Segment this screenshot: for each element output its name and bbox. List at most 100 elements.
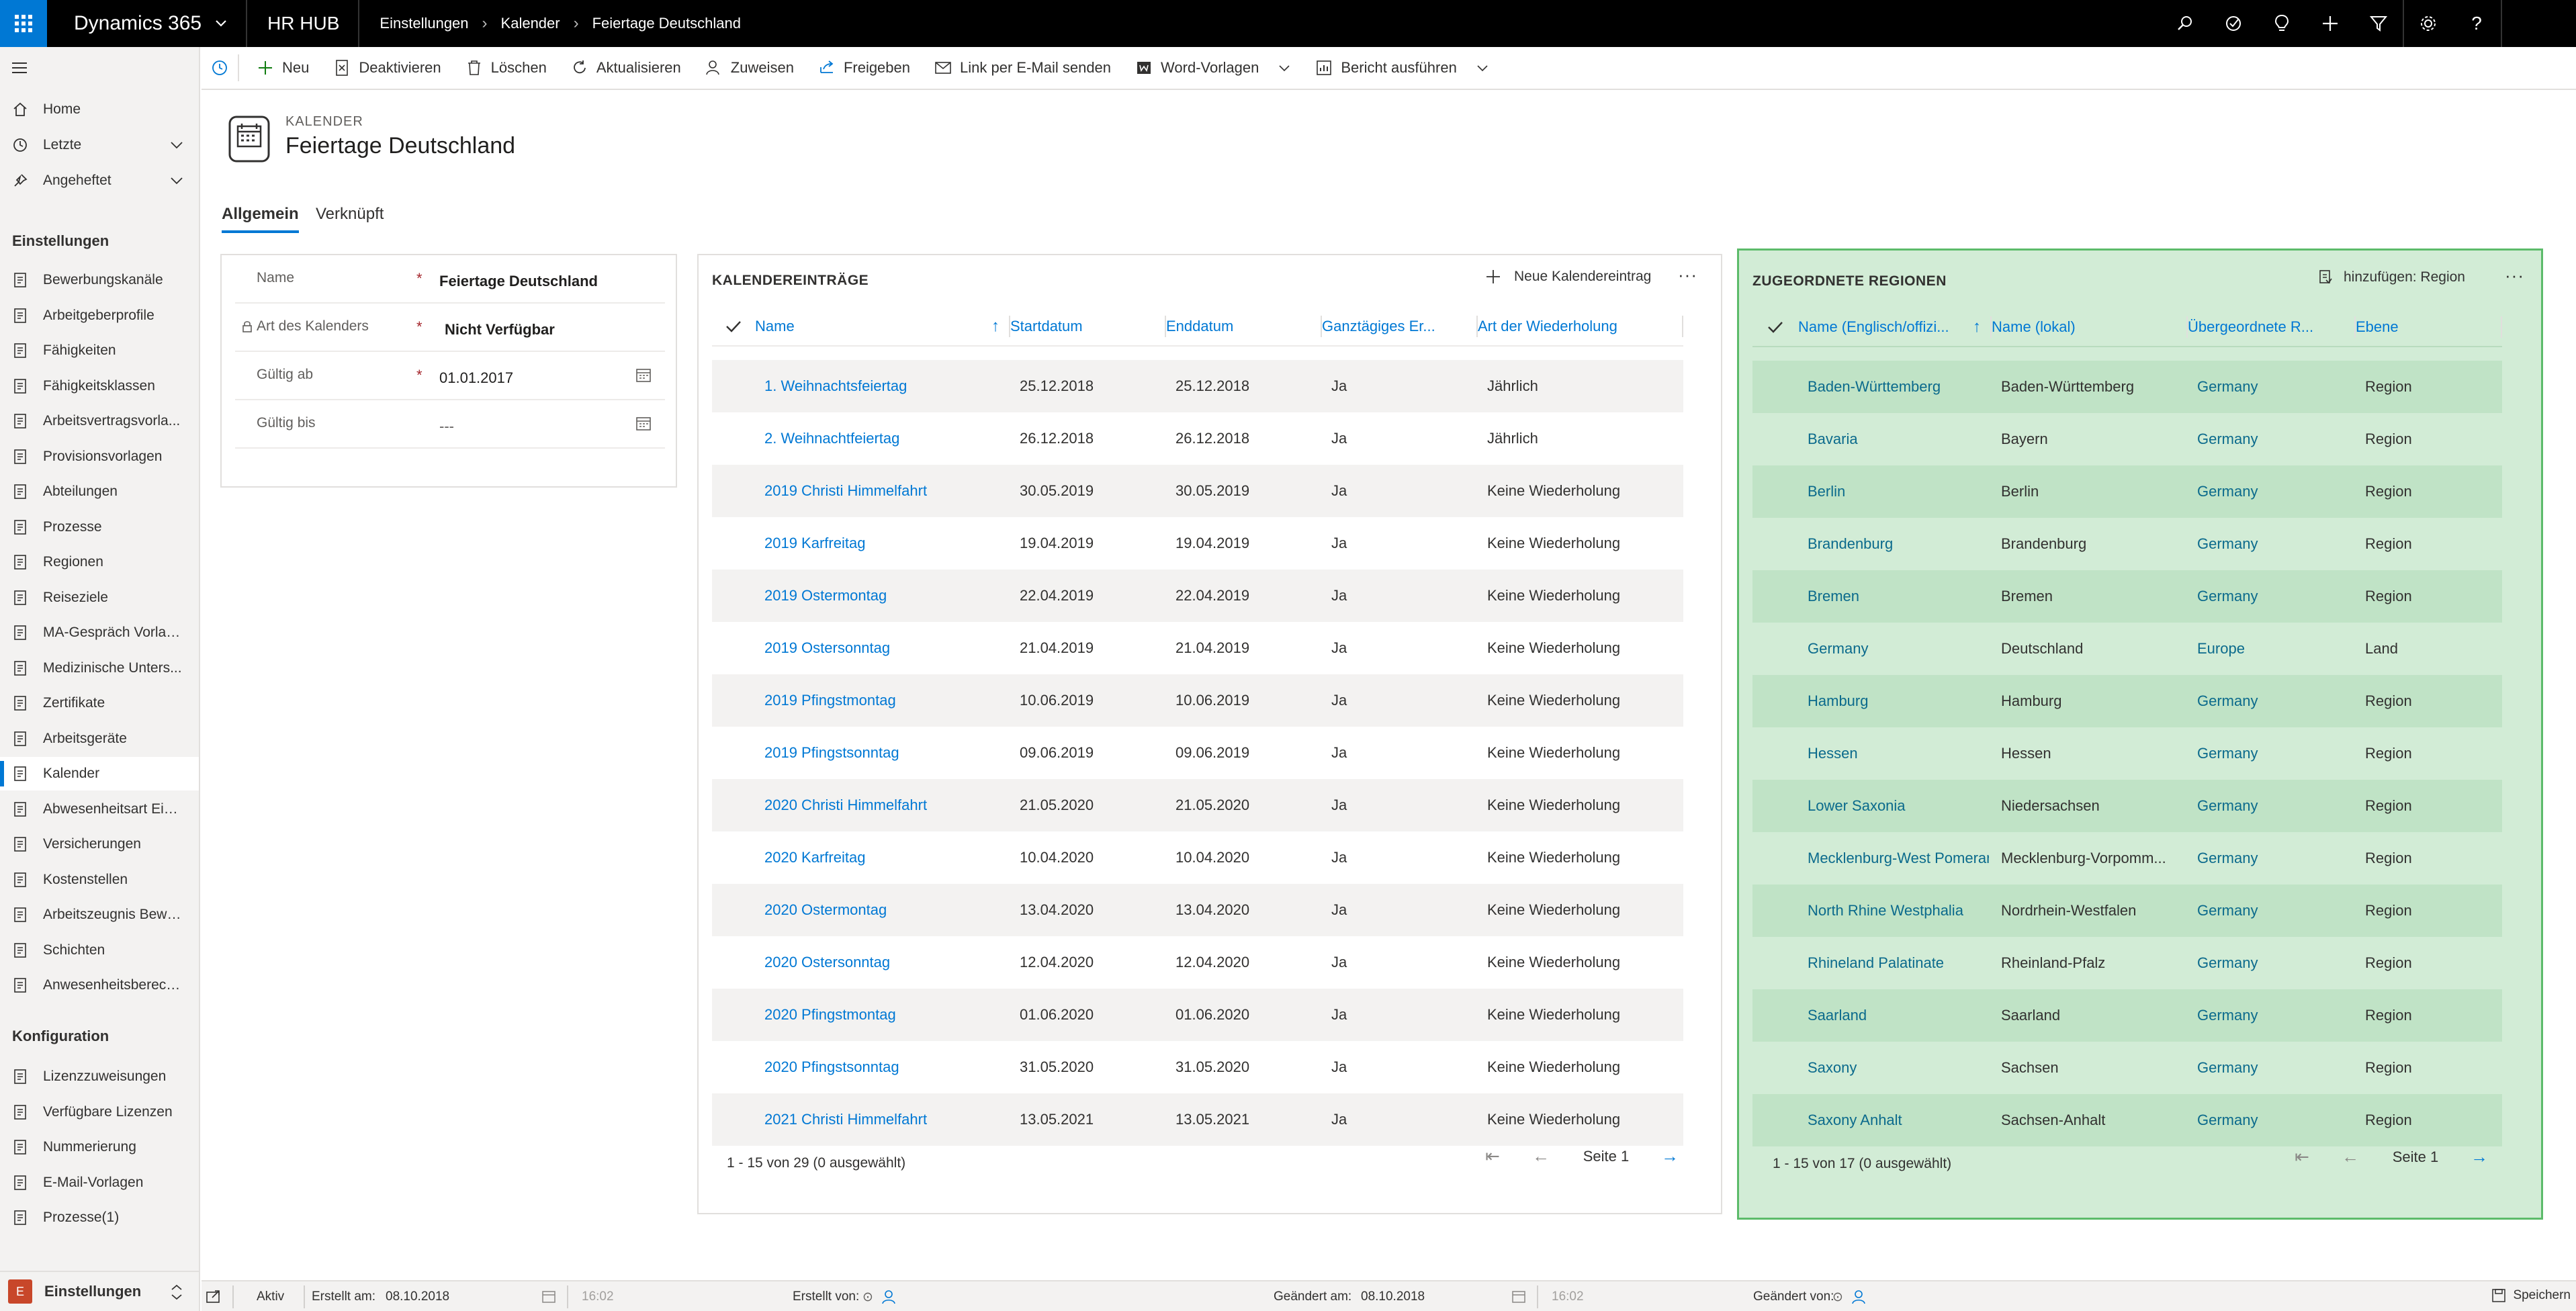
table-cell-link[interactable]: 2019 Pfingstmontag (764, 674, 1008, 727)
column-header[interactable]: Übergeordnete R... (2188, 307, 2356, 347)
search-button[interactable] (2161, 0, 2209, 47)
command-zuweisen-button[interactable]: Zuweisen (693, 46, 806, 89)
breadcrumb-item[interactable]: Einstellungen (380, 15, 468, 32)
table-cell-link[interactable]: Germany (2197, 1042, 2353, 1094)
table-cell-link[interactable]: Bremen (1808, 570, 1989, 623)
table-cell-link[interactable]: North Rhine Westphalia (1808, 885, 1989, 937)
sidebar-item-bewerbungskanäle[interactable]: Bewerbungskanäle (0, 263, 199, 297)
table-cell-link[interactable]: 2020 Karfreitag (764, 831, 1008, 884)
sidebar-item-arbeitgeberprofile[interactable]: Arbeitgeberprofile (0, 299, 199, 332)
table-cell-link[interactable]: Baden-Württemberg (1808, 361, 1989, 413)
area-switcher[interactable]: E Einstellungen (0, 1271, 199, 1311)
app-name[interactable]: HR HUB (247, 0, 358, 47)
sidebar-item-provisionsvorlagen[interactable]: Provisionsvorlagen (0, 440, 199, 473)
table-cell-link[interactable]: Hamburg (1808, 675, 1989, 727)
table-row[interactable]: 1. Weihnachtsfeiertag 25.12.2018 25.12.201… (712, 360, 1683, 412)
sidebar-item-abwesenheitsart-eins[interactable]: Abwesenheitsart Eins... (0, 793, 199, 826)
name-field[interactable]: Feiertage Deutschland (439, 273, 598, 290)
table-cell-link[interactable]: Germany (1808, 623, 1989, 675)
table-cell-link[interactable]: Lower Saxonia (1808, 780, 1989, 832)
table-row[interactable]: 2020 Ostermontag 13.04.2020 13.04.2020 Ja Ke… (712, 884, 1683, 936)
sidebar-item-ma-gespräch-vorlag[interactable]: MA-Gespräch Vorlag... (0, 616, 199, 649)
table-cell-link[interactable]: Europe (2197, 623, 2353, 675)
next-page-icon[interactable]: → (1643, 1146, 1697, 1167)
table-row[interactable]: Lower Saxonia Niedersachsen Germany Region (1752, 780, 2502, 832)
more-options-icon[interactable]: ··· (1678, 265, 1697, 285)
tab-verknuepft[interactable]: Verknüpft (316, 205, 384, 224)
previous-page-icon[interactable]: ← (2322, 1146, 2379, 1167)
table-cell-link[interactable]: 2019 Ostersonntag (764, 622, 1008, 674)
table-cell-link[interactable]: 2019 Christi Himmelfahrt (764, 465, 1008, 517)
table-row[interactable]: Baden-Württemberg Baden-Württemberg German… (1752, 361, 2502, 413)
table-row[interactable]: 2020 Christi Himmelfahrt 21.05.2020 21.05.… (712, 779, 1683, 831)
table-row[interactable]: 2019 Karfreitag 19.04.2019 19.04.2019 Ja Kei… (712, 517, 1683, 570)
table-row[interactable]: 2020 Karfreitag 10.04.2020 10.04.2020 Ja Kei… (712, 831, 1683, 884)
table-row[interactable]: 2020 Ostersonntag 12.04.2020 12.04.2020 Ja K… (712, 936, 1683, 989)
save-button[interactable]: Speichern (2491, 1288, 2571, 1303)
sidebar-item-anwesenheitsberech[interactable]: Anwesenheitsberech... (0, 968, 199, 1002)
table-cell-link[interactable]: Germany (2197, 727, 2353, 780)
table-cell-link[interactable]: Germany (2197, 518, 2353, 570)
table-row[interactable]: North Rhine Westphalia Nordrhein-Westfale… (1752, 885, 2502, 937)
more-options-icon[interactable]: ··· (2505, 265, 2524, 286)
table-row[interactable]: 2020 Pfingstmontag 01.06.2020 01.06.2020 Ja… (712, 989, 1683, 1041)
table-cell-link[interactable]: Germany (2197, 465, 2353, 518)
sidebar-item-arbeitszeugnis-bewe[interactable]: Arbeitszeugnis Bewe... (0, 898, 199, 932)
command-deaktivieren-button[interactable]: Deaktivieren (321, 46, 453, 89)
table-row[interactable]: Germany Deutschland Europe Land (1752, 623, 2502, 675)
table-cell-link[interactable]: 2. Weihnachtfeiertag (764, 412, 1008, 465)
table-row[interactable]: 2. Weihnachtfeiertag 26.12.2018 26.12.2018… (712, 412, 1683, 465)
table-row[interactable]: Hessen Hessen Germany Region (1752, 727, 2502, 780)
table-cell-link[interactable]: Germany (2197, 361, 2353, 413)
column-header[interactable]: Name (lokal) (1992, 307, 2188, 347)
table-row[interactable]: 2021 Christi Himmelfahrt 13.05.2021 13.05.… (712, 1093, 1683, 1146)
table-row[interactable]: 2019 Ostersonntag 21.04.2019 21.04.2019 Ja K… (712, 622, 1683, 674)
sidebar-item-abteilungen[interactable]: Abteilungen (0, 475, 199, 508)
sidebar-item-fähigkeiten[interactable]: Fähigkeiten (0, 334, 199, 367)
table-row[interactable]: Saxony Anhalt Sachsen-Anhalt Germany Region (1752, 1094, 2502, 1146)
first-page-icon[interactable]: ⇤ (2282, 1146, 2322, 1167)
assistant-button[interactable] (2258, 0, 2306, 47)
sidebar-item-nummerierung[interactable]: Nummerierung (0, 1130, 199, 1164)
table-row[interactable]: 2019 Pfingstsonntag 09.06.2019 09.06.2019 J… (712, 727, 1683, 779)
new-calendar-entry-button[interactable]: Neue Kalendereintrag (1486, 269, 1651, 285)
help-button[interactable]: ? (2452, 0, 2501, 47)
table-cell-link[interactable]: Hessen (1808, 727, 1989, 780)
table-cell-link[interactable]: 2019 Karfreitag (764, 517, 1008, 570)
user-profile-button[interactable] (2502, 0, 2576, 47)
command-aktualisieren-button[interactable]: Aktualisieren (559, 46, 693, 89)
valid-until-field[interactable]: --- (439, 418, 454, 435)
nav-item-home[interactable]: Home (0, 93, 199, 126)
nav-item-pinned[interactable]: Angeheftet (0, 164, 199, 197)
table-cell-link[interactable]: Germany (2197, 675, 2353, 727)
table-row[interactable]: 2019 Ostermontag 22.04.2019 22.04.2019 Ja Ke… (712, 570, 1683, 622)
sidebar-item-kostenstellen[interactable]: Kostenstellen (0, 863, 199, 897)
column-header[interactable]: Ganztägiges Er... (1322, 306, 1478, 347)
column-header[interactable]: Ebene (2356, 307, 2502, 347)
command-freigeben-button[interactable]: Freigeben (806, 46, 922, 89)
table-cell-link[interactable]: 2020 Ostermontag (764, 884, 1008, 936)
open-in-window-icon[interactable] (206, 1290, 222, 1304)
table-cell-link[interactable]: 2019 Pfingstsonntag (764, 727, 1008, 779)
sidebar-item-lizenzzuweisungen[interactable]: Lizenzzuweisungen (0, 1060, 199, 1093)
table-row[interactable]: Saxony Sachsen Germany Region (1752, 1042, 2502, 1094)
table-row[interactable]: Brandenburg Brandenburg Germany Region (1752, 518, 2502, 570)
command-bericht-ausführen-button[interactable]: Bericht ausführen (1303, 46, 1501, 89)
previous-page-icon[interactable]: ← (1513, 1146, 1569, 1167)
task-flow-button[interactable] (2209, 0, 2258, 47)
column-header[interactable]: Art der Wiederholung (1478, 306, 1683, 347)
command-neu-button[interactable]: Neu (245, 46, 321, 89)
table-cell-link[interactable]: Saxony Anhalt (1808, 1094, 1989, 1146)
settings-button[interactable] (2404, 0, 2452, 47)
table-row[interactable]: Saarland Saarland Germany Region (1752, 989, 2502, 1042)
table-row[interactable]: Bavaria Bayern Germany Region (1752, 413, 2502, 465)
select-all-checkbox[interactable] (712, 306, 755, 347)
user-icon[interactable] (1851, 1290, 1866, 1304)
nav-item-recent[interactable]: Letzte (0, 128, 199, 162)
table-cell-link[interactable]: 2020 Christi Himmelfahrt (764, 779, 1008, 831)
sidebar-item-fähigkeitsklassen[interactable]: Fähigkeitsklassen (0, 369, 199, 403)
table-cell-link[interactable]: Germany (2197, 780, 2353, 832)
first-page-icon[interactable]: ⇤ (1472, 1146, 1513, 1167)
sidebar-item-medizinische-unters[interactable]: Medizinische Unters... (0, 651, 199, 685)
table-cell-link[interactable]: Saxony (1808, 1042, 1989, 1094)
